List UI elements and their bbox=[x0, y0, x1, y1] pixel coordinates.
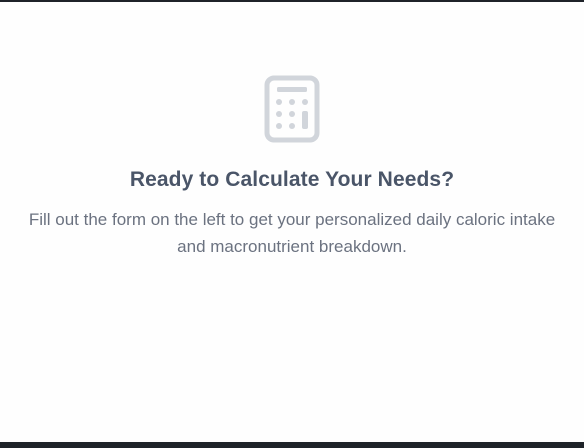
app-frame: Ready to Calculate Your Needs? Fill out … bbox=[0, 0, 584, 448]
empty-state-description: Fill out the form on the left to get you… bbox=[28, 210, 556, 256]
results-empty-state: Ready to Calculate Your Needs? Fill out … bbox=[0, 2, 584, 442]
empty-state-title: Ready to Calculate Your Needs? bbox=[129, 168, 455, 191]
calculator-icon bbox=[264, 75, 320, 143]
